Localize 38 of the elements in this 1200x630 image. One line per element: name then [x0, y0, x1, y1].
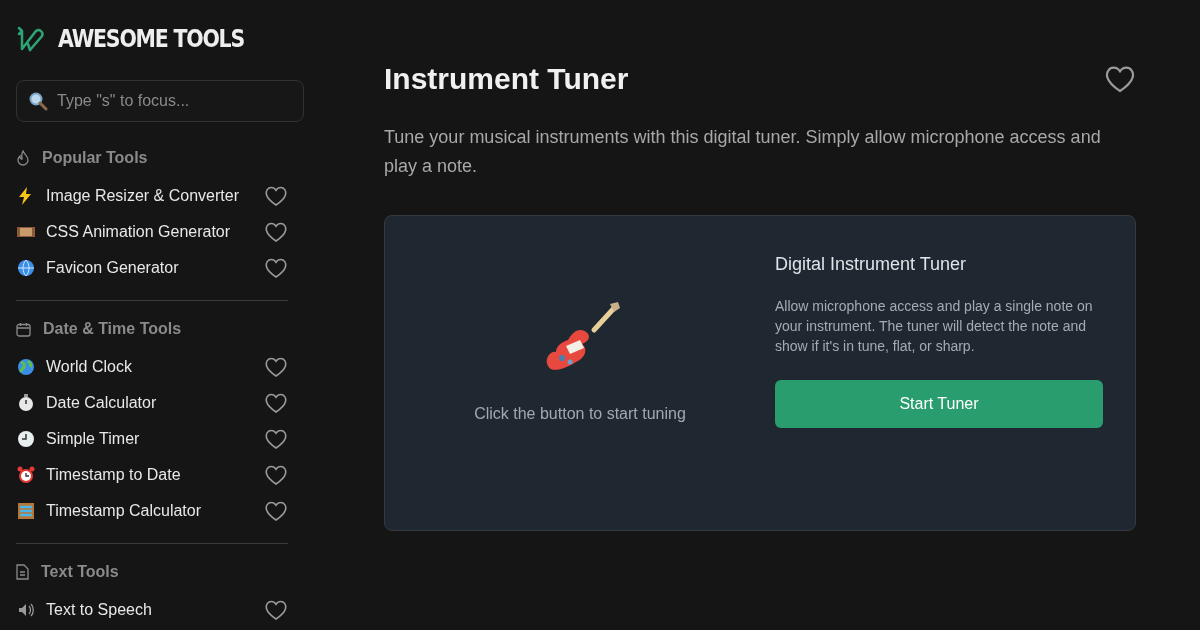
heart-icon[interactable] — [264, 184, 288, 208]
tool-link[interactable]: CSS Animation Generator — [46, 220, 264, 244]
section-heading: Popular Tools — [42, 148, 148, 168]
tool-link[interactable]: Favicon Generator — [46, 256, 264, 280]
section-heading: Text Tools — [41, 562, 119, 582]
alarm-clock-icon — [16, 465, 36, 485]
search-field[interactable]: Type "s" to focus... — [16, 80, 304, 122]
section-heading: Date & Time Tools — [43, 319, 182, 339]
document-icon — [16, 564, 29, 580]
calendar-icon — [16, 321, 31, 337]
tuner-instructions: Allow microphone access and play a single note on your instrument. The tuner will detect the note and show if it's in tune, flat, or sharp. — [775, 297, 1094, 356]
clock-icon — [16, 429, 36, 449]
heart-icon[interactable] — [264, 391, 288, 415]
brand-name: AWESOME TOOLS — [58, 23, 244, 56]
heart-icon[interactable] — [264, 256, 288, 280]
tuner-heading: Digital Instrument Tuner — [775, 253, 968, 276]
page-description: Tune your musical instruments with this digital tuner. Simply allow microphone access and play a note. — [384, 126, 1102, 178]
earth-icon — [16, 357, 36, 377]
stopwatch-icon — [16, 393, 36, 413]
heart-icon[interactable] — [264, 427, 288, 451]
abacus-icon — [16, 501, 36, 521]
logo-icon — [16, 24, 46, 54]
heart-icon[interactable] — [264, 499, 288, 523]
tool-link[interactable]: Text to Speech — [46, 598, 264, 622]
heart-icon[interactable] — [264, 598, 288, 622]
tool-link[interactable]: World Clock — [46, 355, 264, 379]
flame-icon — [16, 150, 30, 166]
tool-link[interactable]: Timestamp to Date — [46, 463, 264, 487]
globe-icon — [16, 258, 36, 278]
page-title: Instrument Tuner — [384, 61, 629, 97]
tool-link[interactable]: Date Calculator — [46, 391, 264, 415]
tool-link[interactable]: Image Resizer & Converter — [46, 184, 264, 208]
heart-icon[interactable] — [264, 463, 288, 487]
tool-link[interactable]: Simple Timer — [46, 427, 264, 451]
tuner-hint: Click the button to start tuning — [474, 404, 686, 424]
tool-link[interactable]: Timestamp Calculator — [46, 499, 264, 523]
heart-icon[interactable] — [264, 220, 288, 244]
heart-icon[interactable] — [264, 355, 288, 379]
